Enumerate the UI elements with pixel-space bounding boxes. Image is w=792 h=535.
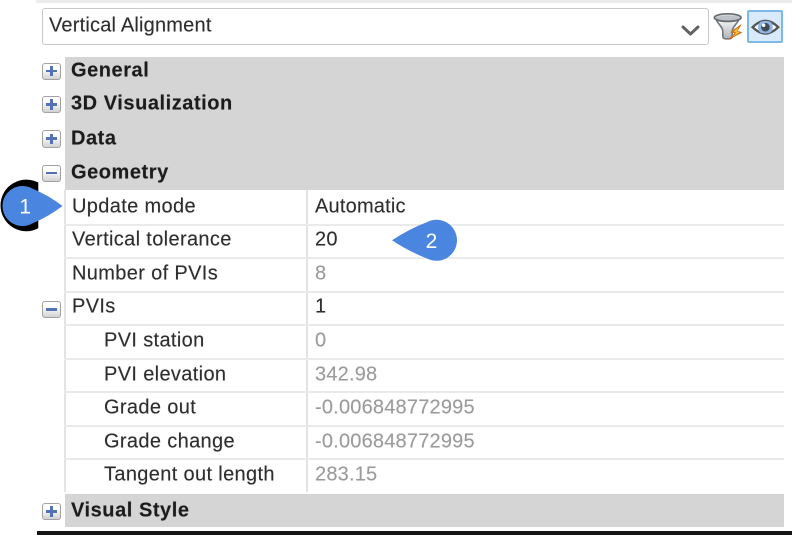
svg-text:2: 2 xyxy=(426,230,438,253)
svg-text:1: 1 xyxy=(19,196,31,219)
